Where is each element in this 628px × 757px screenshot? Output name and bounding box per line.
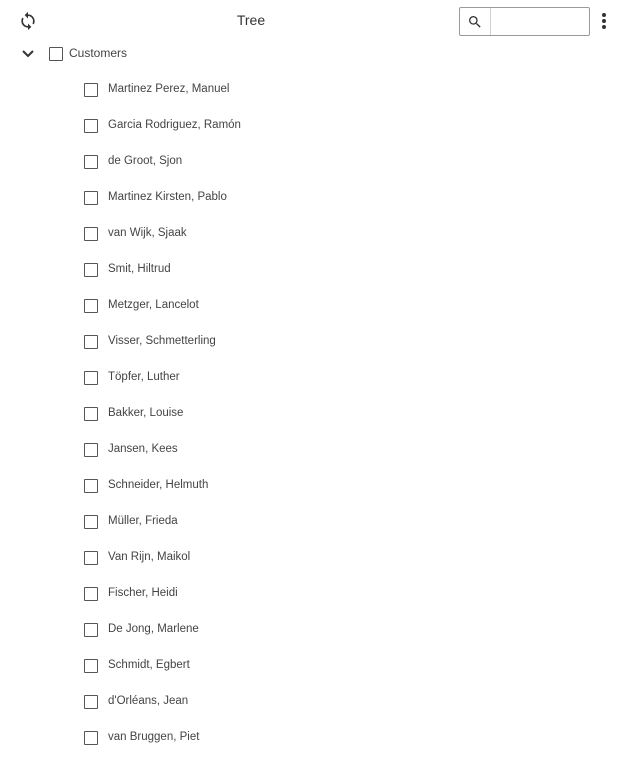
tree-item: Fischer, Heidi bbox=[0, 576, 628, 612]
search-icon bbox=[469, 15, 481, 28]
tree-item-label[interactable]: Van Rijn, Maikol bbox=[108, 551, 190, 563]
tree-item-checkbox[interactable] bbox=[84, 515, 98, 529]
tree-item: De Jong, Marlene bbox=[0, 612, 628, 648]
chevron-down-icon bbox=[22, 50, 34, 58]
tree-item-label[interactable]: Fischer, Heidi bbox=[108, 587, 178, 599]
tree-item-label[interactable]: Smit, Hiltrud bbox=[108, 263, 171, 275]
tree-root-node: Customers bbox=[0, 42, 628, 66]
tree-item-checkbox[interactable] bbox=[84, 659, 98, 673]
tree-item-label[interactable]: Schneider, Helmuth bbox=[108, 479, 208, 491]
tree-item: Smit, Hiltrud bbox=[0, 252, 628, 288]
tree-item-label[interactable]: Garcia Rodriguez, Ramón bbox=[108, 119, 241, 131]
tree-item: Töpfer, Luther bbox=[0, 360, 628, 396]
tree-item-label[interactable]: Bakker, Louise bbox=[108, 407, 183, 419]
tree-item-checkbox[interactable] bbox=[84, 587, 98, 601]
tree-item: Van Rijn, Maikol bbox=[0, 540, 628, 576]
tree-item-checkbox[interactable] bbox=[84, 695, 98, 709]
tree-item-label[interactable]: Töpfer, Luther bbox=[108, 371, 180, 383]
tree-item-label[interactable]: Metzger, Lancelot bbox=[108, 299, 199, 311]
tree-item: Schmidt, Egbert bbox=[0, 648, 628, 684]
tree-item: van Bruggen, Piet bbox=[0, 720, 628, 756]
tree-item-checkbox[interactable] bbox=[84, 335, 98, 349]
tree-item: Bakker, Louise bbox=[0, 396, 628, 432]
tree-item-label[interactable]: Jansen, Kees bbox=[108, 443, 178, 455]
tree-item-label[interactable]: De Jong, Marlene bbox=[108, 623, 199, 635]
tree-item: de Groot, Sjon bbox=[0, 144, 628, 180]
toolbar: Tree bbox=[0, 0, 628, 42]
root-label: Customers bbox=[69, 46, 128, 60]
tree-item-checkbox[interactable] bbox=[84, 299, 98, 313]
tree-item-label[interactable]: d'Orléans, Jean bbox=[108, 695, 188, 707]
tree-item: Garcia Rodriguez, Ramón bbox=[0, 108, 628, 144]
tree-item-checkbox[interactable] bbox=[84, 407, 98, 421]
tree-item-checkbox[interactable] bbox=[84, 191, 98, 205]
tree-item: Martinez Perez, Manuel bbox=[0, 72, 628, 108]
tree-item-checkbox[interactable] bbox=[84, 623, 98, 637]
search-box[interactable] bbox=[459, 7, 590, 36]
tree-item: d'Orléans, Jean bbox=[0, 684, 628, 720]
collapse-toggle[interactable] bbox=[19, 46, 37, 62]
tree-item-label[interactable]: Martinez Kirsten, Pablo bbox=[108, 191, 227, 203]
tree-item-checkbox[interactable] bbox=[84, 479, 98, 493]
tree-item-label[interactable]: Martinez Perez, Manuel bbox=[108, 83, 229, 95]
tree-item-checkbox[interactable] bbox=[84, 263, 98, 277]
tree-item: Martinez Kirsten, Pablo bbox=[0, 180, 628, 216]
tree-title: Tree bbox=[236, 12, 266, 28]
tree-item-checkbox[interactable] bbox=[84, 551, 98, 565]
tree-item-label[interactable]: Visser, Schmetterling bbox=[108, 335, 216, 347]
tree-item-checkbox[interactable] bbox=[84, 443, 98, 457]
tree-item-label[interactable]: Müller, Frieda bbox=[108, 515, 178, 527]
tree-item: Müller, Frieda bbox=[0, 504, 628, 540]
tree-item: Visser, Schmetterling bbox=[0, 324, 628, 360]
tree-item-label[interactable]: van Wijk, Sjaak bbox=[108, 227, 187, 239]
tree-item-checkbox[interactable] bbox=[84, 371, 98, 385]
tree-item-label[interactable]: Schmidt, Egbert bbox=[108, 659, 190, 671]
tree-item-label[interactable]: de Groot, Sjon bbox=[108, 155, 182, 167]
tree-item-label[interactable]: van Bruggen, Piet bbox=[108, 731, 199, 743]
search-button[interactable] bbox=[460, 8, 491, 35]
search-input[interactable] bbox=[491, 8, 589, 35]
tree-item: Metzger, Lancelot bbox=[0, 288, 628, 324]
tree-item: van Wijk, Sjaak bbox=[0, 216, 628, 252]
tree-item-checkbox[interactable] bbox=[84, 731, 98, 745]
tree-item-checkbox[interactable] bbox=[84, 227, 98, 241]
more-options-button[interactable] bbox=[595, 10, 613, 32]
tree-item: Jansen, Kees bbox=[0, 432, 628, 468]
tree-item-checkbox[interactable] bbox=[84, 155, 98, 169]
tree-item: Schneider, Helmuth bbox=[0, 468, 628, 504]
more-vert-icon bbox=[602, 13, 606, 29]
tree-item-checkbox[interactable] bbox=[84, 119, 98, 133]
root-checkbox[interactable] bbox=[49, 47, 63, 61]
tree-children: Martinez Perez, Manuel Garcia Rodriguez, … bbox=[0, 72, 628, 756]
tree-item-checkbox[interactable] bbox=[84, 83, 98, 97]
